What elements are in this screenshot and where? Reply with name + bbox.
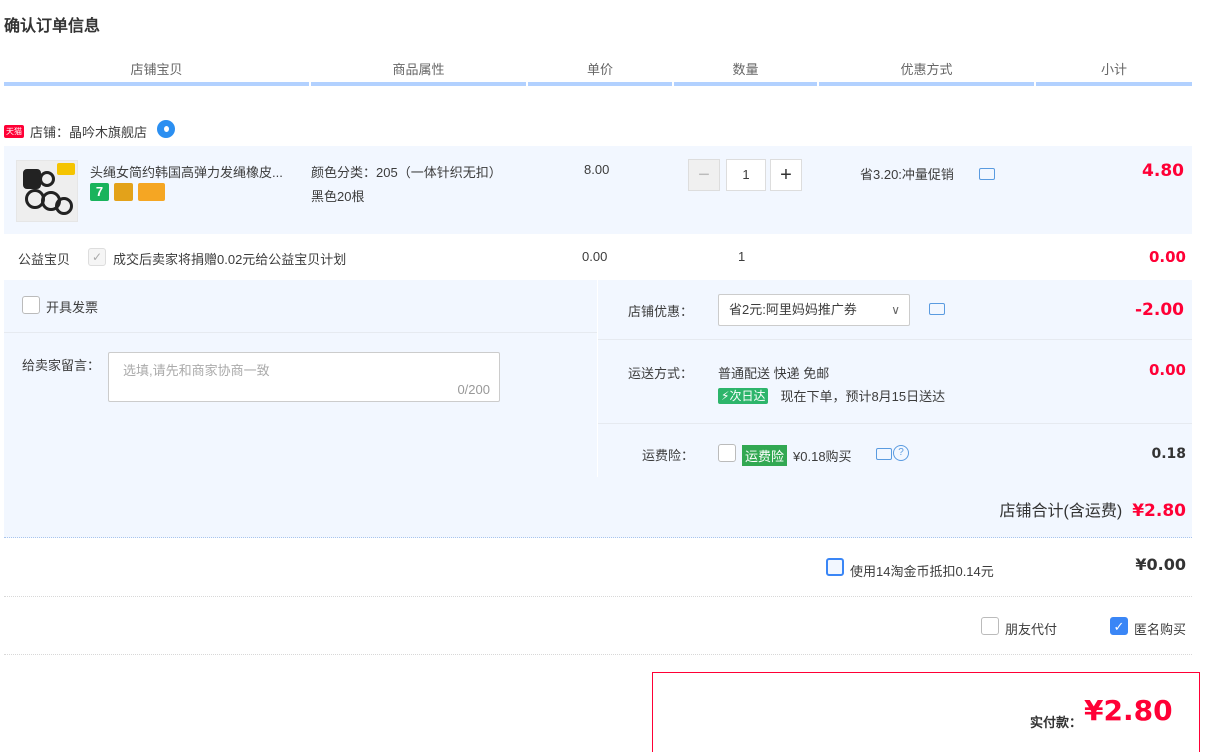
- column-header-discount: 优惠方式: [819, 60, 1034, 86]
- shop-discount-label: 店铺优惠：: [628, 304, 694, 319]
- shipping-amount: 0.00: [1148, 361, 1186, 379]
- anonymous-purchase-checkbox[interactable]: ✓: [1110, 617, 1128, 635]
- final-payment-amount: ¥2.80: [1084, 694, 1173, 727]
- shop-total: 店铺合计(含运费) ¥2.80: [1000, 497, 1186, 521]
- charity-checkbox: ✓: [88, 248, 106, 266]
- product-title-link[interactable]: 头绳女简约韩国高弹力发绳橡皮...: [90, 162, 306, 181]
- shop-total-label: 店铺合计(含运费): [999, 503, 1123, 520]
- help-icon[interactable]: ?: [893, 445, 909, 461]
- wangwang-chat-icon[interactable]: [157, 120, 176, 138]
- quantity-increase-button[interactable]: +: [770, 159, 802, 191]
- message-placeholder: 选填,请先和商家协商一致: [123, 363, 270, 378]
- order-item-row: [4, 146, 1192, 234]
- shop-discount-select[interactable]: 省2元:阿里妈妈推广券 ∨: [718, 294, 910, 326]
- delivery-eta: 现在下单，预计8月15日送达: [780, 389, 946, 404]
- next-day-badge: ⚡次日达: [718, 387, 769, 404]
- divider: [4, 654, 1192, 655]
- quantity-decrease-button[interactable]: −: [688, 159, 720, 191]
- shop-discount-amount: -2.00: [1135, 300, 1184, 320]
- charity-label: 公益宝贝: [18, 252, 71, 267]
- chevron-down-icon: ∨: [891, 303, 900, 317]
- message-label: 给卖家留言：: [22, 358, 101, 373]
- charity-text: 成交后卖家将捐赠0.02元给公益宝贝计划: [113, 252, 347, 267]
- delivery-info: ⚡次日达 现在下单，预计8月15日送达: [718, 386, 945, 405]
- charity-subtotal: 0.00: [1148, 248, 1186, 266]
- shop-row: 天猫 店铺： 晶吟木旗舰店: [4, 120, 176, 142]
- unit-price: 8.00: [584, 162, 610, 177]
- discount-info-icon[interactable]: [979, 168, 995, 180]
- column-header-subtotal: 小计: [1036, 60, 1192, 86]
- coins-amount: ¥0.00: [1135, 555, 1186, 574]
- message-textarea[interactable]: 选填,请先和商家协商一致 0/200: [108, 352, 500, 402]
- product-attribute-line1: 颜色分类：205（一体针织无扣）: [311, 165, 502, 180]
- invoice-label: 开具发票: [46, 300, 99, 315]
- item-subtotal: 4.80: [1142, 161, 1184, 181]
- insurance-price: ¥0.18购买: [793, 449, 852, 464]
- insurance-amount: 0.18: [1151, 446, 1186, 462]
- shop-total-amount: ¥2.80: [1132, 501, 1186, 521]
- friend-pay-checkbox[interactable]: [981, 617, 999, 635]
- insurance-checkbox[interactable]: [718, 444, 736, 462]
- column-header-shop-item: 店铺宝贝: [4, 60, 309, 86]
- product-attribute-line2: 黑色20根: [311, 189, 365, 204]
- shipping-label: 运送方式：: [628, 366, 694, 381]
- service-badges: 7: [90, 183, 170, 201]
- shop-name-link[interactable]: 晶吟木旗舰店: [69, 122, 147, 141]
- insurance-info-icon[interactable]: [876, 448, 892, 460]
- divider: [598, 339, 1192, 340]
- insurance-label: 运费险：: [642, 448, 695, 463]
- message-counter: 0/200: [457, 382, 490, 397]
- invoice-checkbox[interactable]: [22, 296, 40, 314]
- column-header-attributes: 商品属性: [311, 60, 526, 86]
- product-thumbnail[interactable]: [16, 160, 78, 222]
- divider: [598, 423, 1192, 424]
- insurance-info: 运费险 ¥0.18购买: [742, 445, 852, 466]
- quantity-input[interactable]: 1: [726, 159, 766, 191]
- taobao-coins-checkbox[interactable]: [826, 558, 844, 576]
- page-title: 确认订单信息: [4, 18, 101, 35]
- guarantee-icon: [114, 183, 133, 201]
- discount-text: 省3.20:冲量促销: [860, 167, 954, 182]
- shipping-method: 普通配送 快递 免邮: [718, 366, 830, 381]
- seven-day-return-icon: 7: [90, 183, 109, 201]
- charity-quantity: 1: [738, 249, 746, 264]
- divider: [4, 332, 597, 333]
- divider: [4, 596, 1192, 597]
- final-payment-label: 实付款：: [1030, 715, 1083, 730]
- taobao-coins-text: 使用14淘金币抵扣0.14元: [850, 564, 994, 579]
- credit-card-icon: [138, 183, 165, 201]
- friend-pay-label: 朋友代付: [1005, 622, 1058, 637]
- shop-label: 店铺：: [30, 124, 70, 140]
- insurance-tag: 运费险: [742, 445, 788, 466]
- charity-price: 0.00: [582, 249, 608, 264]
- shop-discount-selected: 省2元:阿里妈妈推广券: [729, 302, 857, 317]
- coupon-info-icon[interactable]: [929, 303, 945, 315]
- column-header-quantity: 数量: [674, 60, 817, 86]
- tmall-logo-icon: 天猫: [4, 124, 24, 138]
- anonymous-purchase-label: 匿名购买: [1134, 622, 1187, 637]
- column-header-unit-price: 单价: [528, 60, 672, 86]
